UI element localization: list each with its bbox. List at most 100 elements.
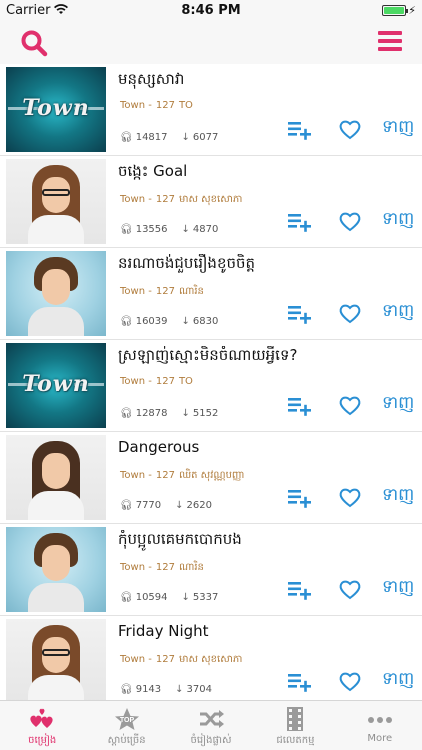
tab-more[interactable]: More (338, 701, 422, 750)
song-row[interactable]: នរណាចង់ជួបរឿងខូចចិត្ត Town -127 ណារិន 🎧︎ 160… (0, 248, 422, 340)
charging-icon: ⚡ (408, 4, 416, 17)
hamburger-menu-icon[interactable] (378, 31, 402, 53)
song-title: នរណាចង់ជួបរឿងខូចចិត្ត (118, 254, 256, 272)
album-number: 127 (155, 470, 175, 481)
album-name: Town - (120, 376, 152, 387)
add-to-playlist-icon[interactable] (288, 486, 312, 508)
headphones-icon: 🎧︎ (120, 592, 133, 603)
song-stats: 🎧︎ 13556 ↓ 4870 (120, 224, 232, 235)
download-button[interactable]: ទាញ (382, 484, 414, 506)
artist-photo (6, 527, 106, 612)
album-number: 127 (155, 100, 175, 111)
song-row[interactable]: Dangerous Town -127 ឈិត សុវណ្ណបញ្ញា 🎧︎ 7770 ↓… (0, 432, 422, 524)
headphones-icon: 🎧︎ (120, 316, 133, 327)
download-button[interactable]: ទាញ (382, 392, 414, 414)
listen-count: 🎧︎ 10594 (120, 592, 168, 603)
download-count: ↓ 6830 (181, 316, 219, 327)
tab-entertainment[interactable]: ជលេតកម្ម (253, 701, 337, 750)
download-count: ↓ 5152 (181, 408, 219, 419)
download-button[interactable]: ទាញ (382, 576, 414, 598)
album-name: Town - (120, 654, 152, 665)
add-to-playlist-icon[interactable] (288, 670, 312, 692)
album-art-image: Town (6, 67, 106, 152)
hearts-music-icon (30, 708, 53, 728)
heart-favorite-icon[interactable] (338, 302, 362, 324)
svg-text:TOP: TOP (119, 717, 134, 724)
album-number: 127 (155, 194, 175, 205)
add-to-playlist-icon[interactable] (288, 302, 312, 324)
album-name: Town - (120, 100, 152, 111)
heart-favorite-icon[interactable] (338, 394, 362, 416)
song-title: ចង្កេះ Goal (118, 162, 188, 180)
down-arrow-icon: ↓ (181, 132, 190, 143)
headphones-icon: 🎧︎ (120, 132, 133, 143)
song-meta: Town -127 ណារិន (120, 284, 208, 299)
album-name: Town - (120, 194, 152, 205)
song-row[interactable]: Friday Night Town -127 មាស សុខសោភា 🎧︎ 9143 ↓ 3… (0, 616, 422, 700)
heart-favorite-icon[interactable] (338, 118, 362, 140)
singer-name: មាស សុខសោភា (178, 194, 243, 205)
more-dots-icon (367, 717, 392, 723)
top-star-icon: TOP (114, 708, 139, 730)
heart-favorite-icon[interactable] (338, 210, 362, 232)
singer-name: ណារិន (178, 562, 204, 573)
navigation-bar (0, 22, 422, 64)
artist-photo (6, 251, 106, 336)
heart-favorite-icon[interactable] (338, 578, 362, 600)
album-number: 127 (155, 562, 175, 573)
add-to-playlist-icon[interactable] (288, 118, 312, 140)
listen-count: 🎧︎ 13556 (120, 224, 168, 235)
album-art-image: Town (6, 343, 106, 428)
song-row[interactable]: Town ស្រឡាញ់ស្មោះមិនចំណាយអ្វីទេ? Town -127… (0, 340, 422, 432)
tab-label: ចម្រៀង (28, 735, 57, 746)
search-icon[interactable] (20, 29, 48, 57)
down-arrow-icon: ↓ (175, 684, 184, 695)
town-logo-art: Town (22, 371, 90, 397)
film-strip-icon (287, 707, 304, 731)
heart-favorite-icon[interactable] (338, 670, 362, 692)
headphones-icon: 🎧︎ (120, 684, 133, 695)
download-count: ↓ 3704 (175, 684, 212, 695)
download-button[interactable]: ទាញ (382, 668, 414, 690)
listen-count: 🎧︎ 12878 (120, 408, 168, 419)
song-stats: 🎧︎ 16039 ↓ 6830 (120, 316, 232, 327)
tab-songs[interactable]: ចម្រៀង (0, 701, 84, 750)
song-meta: Town -127 TO (120, 376, 197, 387)
singer-name: ណារិន (178, 286, 204, 297)
add-to-playlist-icon[interactable] (288, 210, 312, 232)
song-row[interactable]: ចង្កេះ Goal Town -127 មាស សុខសោភា 🎧︎ 13556 ↓ 4… (0, 156, 422, 248)
add-to-playlist-icon[interactable] (288, 394, 312, 416)
download-count: ↓ 4870 (181, 224, 219, 235)
status-time: 8:46 PM (181, 3, 241, 18)
album-name: Town - (120, 470, 152, 481)
song-stats: 🎧︎ 9143 ↓ 3704 (120, 684, 226, 695)
tab-label: ចំរៀងផ្លាស់ (190, 735, 232, 746)
song-meta: Town -127 មាស សុខសោភា (120, 192, 246, 207)
song-meta: Town -127 មាស សុខសោភា (120, 652, 246, 667)
town-logo-art: Town (22, 95, 90, 121)
down-arrow-icon: ↓ (181, 408, 190, 419)
download-button[interactable]: ទាញ (382, 300, 414, 322)
singer-name: មាស សុខសោភា (178, 654, 243, 665)
tab-shuffle[interactable]: ចំរៀងផ្លាស់ (169, 701, 253, 750)
singer-name: TO (178, 376, 193, 387)
add-to-playlist-icon[interactable] (288, 578, 312, 600)
song-title: កុំបប្អូលគេមកបោកបង (118, 530, 242, 548)
status-bar: Carrier 8:46 PM ⚡ (0, 0, 422, 22)
down-arrow-icon: ↓ (181, 316, 190, 327)
headphones-icon: 🎧︎ (120, 500, 133, 511)
artist-photo (6, 159, 106, 244)
heart-favorite-icon[interactable] (338, 486, 362, 508)
tab-label: ជលេតកម្ម (276, 735, 315, 746)
album-number: 127 (155, 286, 175, 297)
tab-top[interactable]: TOP ស្តាប់ច្រើន (84, 701, 168, 750)
song-list[interactable]: Town មនុស្សសាវា Town -127 TO 🎧︎ 14817 ↓ 6077 ទាញ… (0, 64, 422, 700)
song-row[interactable]: កុំបប្អូលគេមកបោកបង Town -127 ណារិន 🎧︎ 10594 ↓… (0, 524, 422, 616)
listen-count: 🎧︎ 16039 (120, 316, 168, 327)
download-button[interactable]: ទាញ (382, 116, 414, 138)
tab-label: More (367, 733, 393, 744)
album-name: Town - (120, 286, 152, 297)
download-button[interactable]: ទាញ (382, 208, 414, 230)
song-row[interactable]: Town មនុស្សសាវា Town -127 TO 🎧︎ 14817 ↓ 6077 ទាញ (0, 64, 422, 156)
song-title: មនុស្សសាវា (118, 70, 185, 88)
